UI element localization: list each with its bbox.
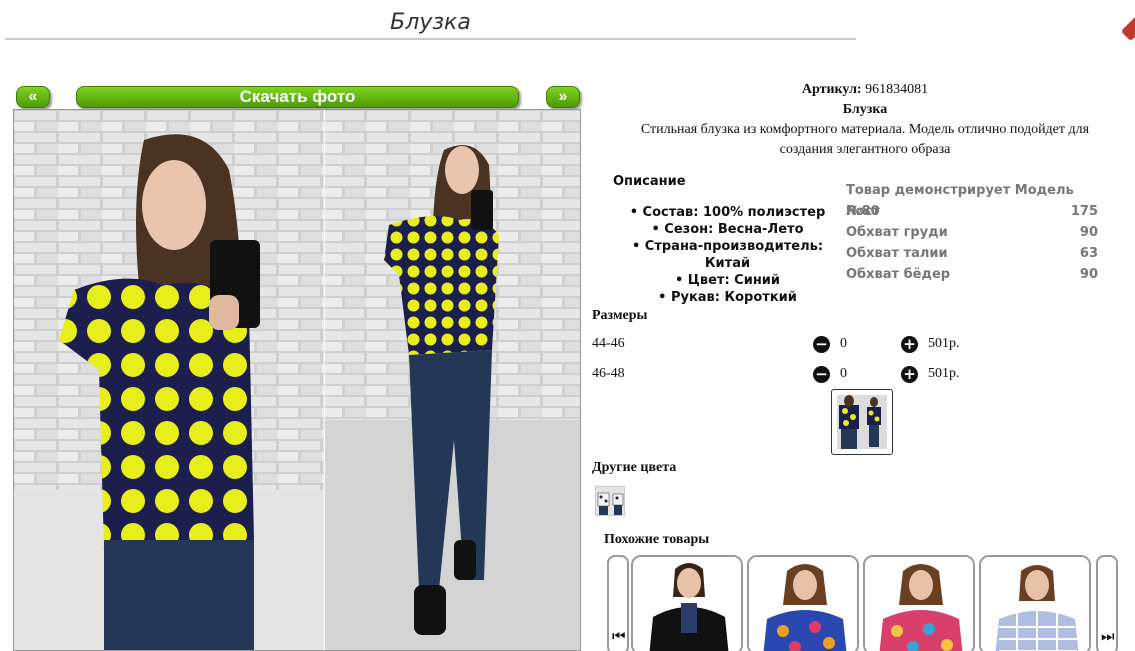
download-photo-button[interactable]: Скачать фото [76,86,519,108]
model-header: Товар демонстрирует Модель №80 [846,180,1098,219]
description-item: • Страна-производитель: Китай [631,239,824,271]
size-row: 46-48 − 0 + 501р. [592,364,1012,386]
photo-thumbnail[interactable] [831,389,893,455]
model-row: Обхват бёдер 90 [846,264,1098,285]
article-label: Артикул: [801,82,862,97]
size-price: 501р. [928,366,960,381]
model-row-label: Обхват бёдер [846,267,951,282]
article-line: Артикул: 961834081 [600,80,1130,100]
model-row-value: 175 [1070,204,1098,219]
size-quantity: 0 [840,336,847,351]
other-colors-title: Другие цвета [592,460,677,475]
model-header-label: Товар демонстрирует Модель №80 [846,183,1074,219]
similar-product-card[interactable] [979,555,1091,651]
product-info: Артикул: 961834081 Блузка Стильная блузк… [600,80,1130,160]
similar-product-card[interactable] [747,555,859,651]
model-row-value: 90 [1079,225,1098,240]
size-label: 46-48 [592,366,625,381]
skip-forward-icon: ⏭ [1101,627,1115,645]
sizes-title: Размеры [592,308,648,323]
close-icon[interactable] [1120,12,1135,42]
description-list: • Состав: 100% полиэстер • Сезон: Весна-… [610,204,845,306]
description-item: • Цвет: Синий [674,273,781,288]
model-measurements: Товар демонстрирует Модель №80 Рост 175 … [846,180,1098,285]
product-photo [13,109,581,651]
model-row-label: Рост [846,204,880,219]
product-description-line-2: создания элегантного образа [779,142,951,157]
skip-back-icon: ⏮ [612,627,626,645]
similar-prev-button[interactable]: ⏮ [607,555,629,651]
model-row-value: 63 [1079,246,1098,261]
description-item: • Рукав: Короткий [658,290,797,305]
model-row: Обхват груди 90 [846,222,1098,243]
plus-circle-icon[interactable]: + [901,336,918,353]
model-row: Обхват талии 63 [846,243,1098,264]
next-photo-button[interactable]: » [546,86,580,108]
other-color-thumbnail[interactable] [595,486,625,516]
description-title: Описание [613,174,686,189]
article-value: 961834081 [865,82,929,97]
size-quantity: 0 [840,366,847,381]
model-row: Рост 175 [846,201,1098,222]
similar-product-card[interactable] [863,555,975,651]
description-item: • Состав: 100% полиэстер [629,205,826,220]
model-row-value: 90 [1079,267,1098,282]
size-label: 44-46 [592,336,625,351]
model-row-label: Обхват груди [846,225,948,240]
similar-next-button[interactable]: ⏭ [1096,555,1118,651]
product-name: Блузка [842,102,888,117]
size-row: 44-46 − 0 + 501р. [592,334,1012,356]
page-title: Блузка [5,8,856,40]
similar-product-card[interactable] [631,555,743,651]
description-item: • Сезон: Весна-Лето [651,222,804,237]
size-price: 501р. [928,336,960,351]
plus-circle-icon[interactable]: + [901,366,918,383]
prev-photo-button[interactable]: « [16,86,50,108]
minus-circle-icon[interactable]: − [813,366,830,383]
product-description-line-1: Стильная блузка из комфортного материала… [640,122,1090,137]
minus-circle-icon[interactable]: − [813,336,830,353]
model-row-label: Обхват талии [846,246,948,261]
similar-products-title: Похожие товары [604,532,710,547]
